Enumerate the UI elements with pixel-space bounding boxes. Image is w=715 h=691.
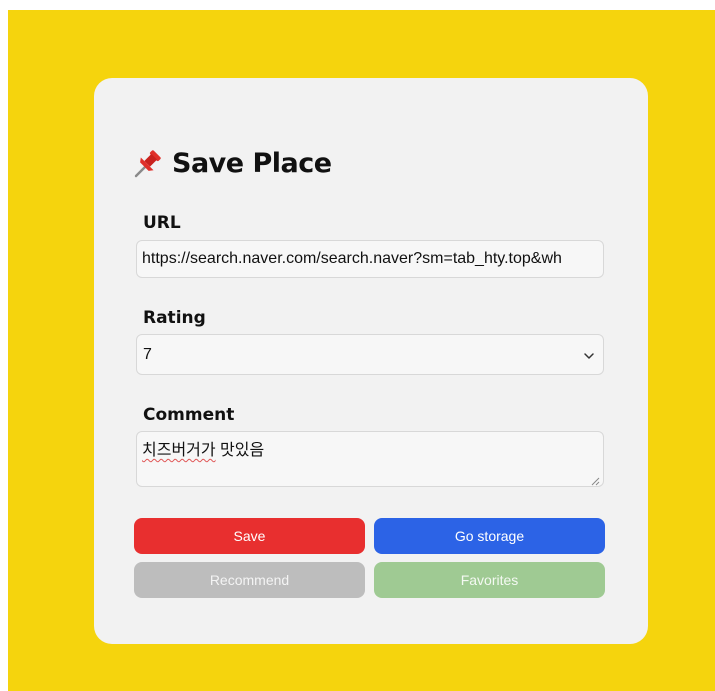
url-value: https://search.naver.com/search.naver?sm… (142, 250, 562, 267)
rating-label: Rating (143, 308, 206, 328)
save-button[interactable]: Save (134, 518, 365, 554)
rating-selected-value: 7 (143, 345, 152, 363)
chevron-down-icon (583, 349, 595, 361)
page-background: Save Place URL https://search.naver.com/… (8, 10, 715, 691)
spellcheck-flagged-word: 치즈버거가 (142, 442, 216, 459)
go-storage-button[interactable]: Go storage (374, 518, 605, 554)
resize-handle-icon[interactable] (590, 473, 600, 486)
comment-value-rest: 맛있음 (215, 442, 265, 459)
recommend-button[interactable]: Recommend (134, 562, 365, 598)
save-place-card: Save Place URL https://search.naver.com/… (94, 78, 648, 644)
comment-textarea[interactable]: 치즈버거가 맛있음 (136, 431, 604, 487)
rating-select[interactable]: 7 (136, 334, 604, 375)
title-text: Save Place (172, 147, 332, 179)
comment-label: Comment (143, 405, 235, 425)
url-input[interactable]: https://search.naver.com/search.naver?sm… (136, 240, 604, 278)
pushpin-icon (132, 147, 164, 179)
favorites-button[interactable]: Favorites (374, 562, 605, 598)
comment-value: 치즈버거가 맛있음 (142, 442, 264, 459)
url-label: URL (143, 213, 181, 233)
page-title: Save Place (132, 144, 332, 182)
